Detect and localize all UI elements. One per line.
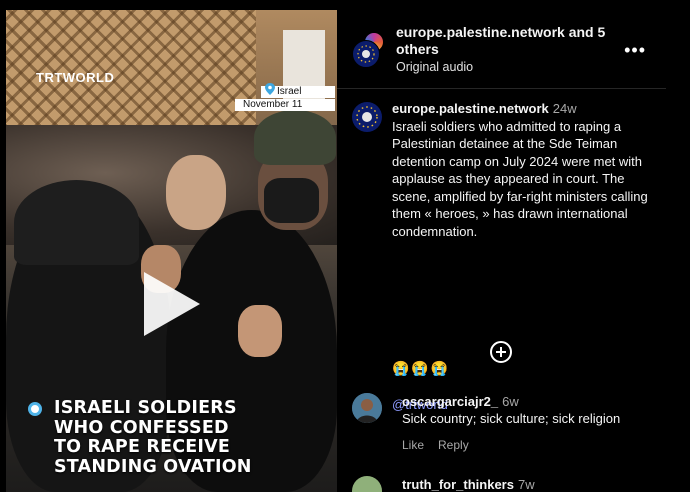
play-icon[interactable] (144, 272, 200, 336)
location-pin-icon (265, 83, 275, 95)
eu-stars-icon (357, 45, 375, 63)
collab-avatar-1 (352, 40, 380, 68)
commenter-avatar[interactable] (352, 476, 382, 492)
comment-actions: Like Reply (402, 437, 652, 454)
location-text: Israel (277, 86, 302, 97)
commenter-avatar[interactable] (352, 393, 382, 423)
trt-world-logo: TRTWORLD (36, 70, 115, 85)
headline-line-3: TO RAPE RECEIVE (54, 437, 231, 457)
woman-figure (166, 155, 226, 230)
plus-circle-icon[interactable] (490, 341, 512, 363)
crying-emoji-icon: 😭😭😭 (392, 360, 451, 376)
headline-line-2: WHO CONFESSED (54, 417, 229, 438)
caption-body: europe.palestine.network 24w Israeli sold… (392, 100, 654, 240)
comment-body: oscargarciajr2_ 6w Sick country; sick cul… (402, 393, 652, 454)
comment-time: 6w (502, 394, 519, 409)
audio-label[interactable]: Original audio (396, 59, 611, 76)
cap-left (14, 180, 139, 265)
collab-title[interactable]: europe.palestine.network and 5 others (396, 24, 611, 58)
like-button[interactable]: Like (402, 438, 424, 452)
eu-stars-icon (356, 106, 378, 128)
caption-time[interactable]: 24w (553, 101, 577, 116)
more-options-icon[interactable]: ••• (624, 40, 646, 61)
post-viewer: TRTWORLD Israel November 11 ISRAELI SOLD… (6, 10, 666, 492)
reply-button[interactable]: Reply (438, 438, 469, 452)
commenter-username[interactable]: truth_for_thinkers (402, 477, 514, 492)
date-label: November 11 (235, 99, 335, 111)
author-username[interactable]: europe.palestine.network (392, 101, 549, 116)
post-header: europe.palestine.network and 5 others Or… (337, 10, 666, 89)
video-headline: ISRAELI SOLDIERS WHO CONFESSED TO RAPE R… (28, 398, 328, 477)
face-mask (264, 178, 319, 223)
post-header-text: europe.palestine.network and 5 others Or… (396, 24, 611, 76)
person-avatar-icon (352, 393, 382, 423)
cap-right (254, 110, 336, 165)
comment-text: Sick country; sick culture; sick religio… (402, 411, 621, 426)
commenter-username[interactable]: oscargarciajr2_ (402, 394, 498, 409)
video-player[interactable]: TRTWORLD Israel November 11 ISRAELI SOLD… (6, 10, 337, 492)
post-details-panel: europe.palestine.network and 5 others Or… (337, 10, 666, 492)
headline-bullet-icon (28, 402, 42, 416)
headline-line-1: ISRAELI SOLDIERS (54, 398, 237, 418)
comment-time: 7w (517, 477, 535, 492)
raised-fist (238, 305, 282, 357)
comment-body: truth_for_thinkers 7w (402, 476, 652, 492)
author-avatar[interactable] (352, 102, 382, 132)
headline-line-4: STANDING OVATION (54, 456, 252, 477)
collab-avatars[interactable] (352, 32, 386, 68)
caption-text: Israeli soldiers who admitted to raping … (392, 118, 648, 239)
